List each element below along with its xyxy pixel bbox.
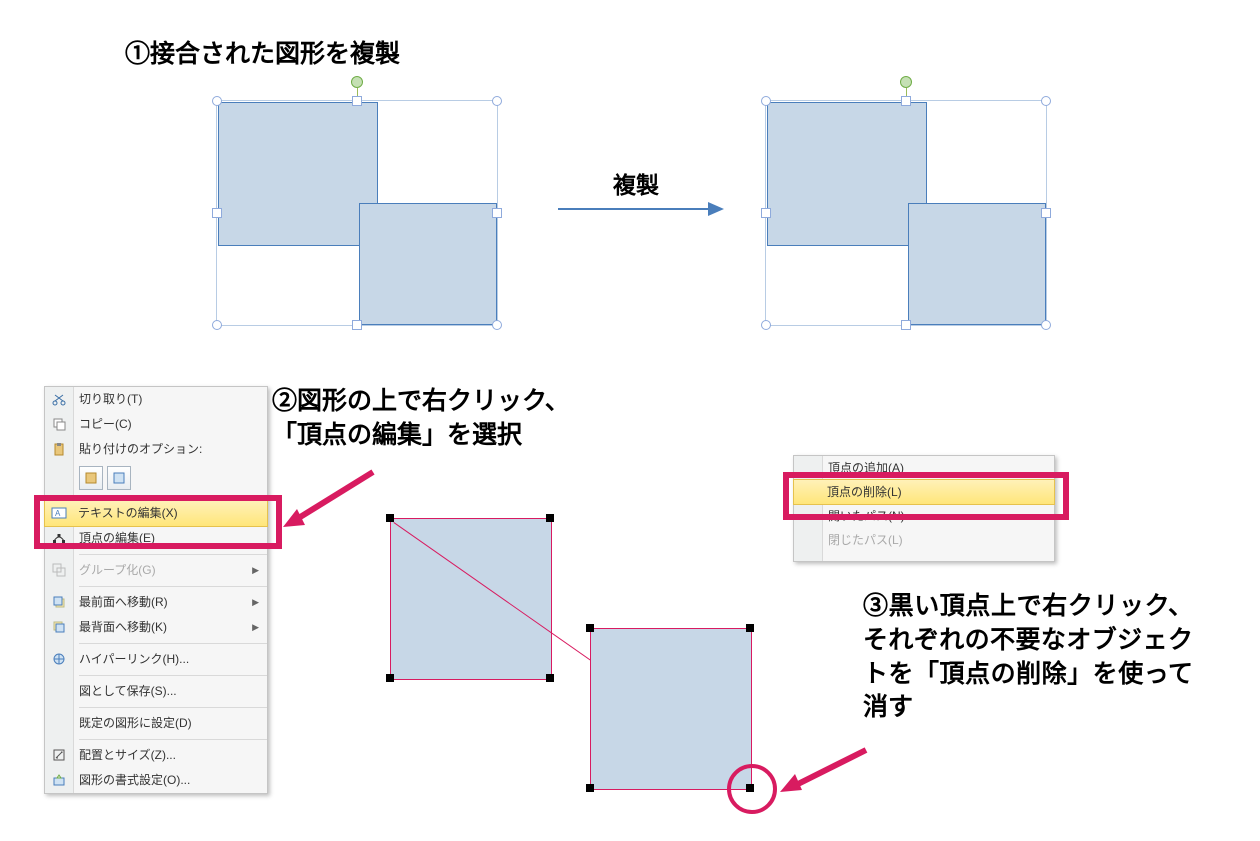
shape-piece-upper <box>218 102 378 246</box>
menu-item-format-shape[interactable]: 図形の書式設定(O)... <box>45 768 267 793</box>
menu-item-size-pos[interactable]: 配置とサイズ(Z)... <box>45 743 267 768</box>
context-menu-shape: 切り取り(T) コピー(C) 貼り付けのオプション: A テキストの編集(X) … <box>44 386 268 794</box>
rotate-handle-icon[interactable] <box>351 76 363 88</box>
vertex-point[interactable] <box>386 514 394 522</box>
duplicate-label: 複製 <box>556 166 716 200</box>
shape-piece-upper <box>767 102 927 246</box>
step3-heading: ③黒い頂点上で右クリック、それぞれの不要なオブジェクトを「頂点の削除」を使って消… <box>863 590 1193 725</box>
menu-item-copy[interactable]: コピー(C) <box>45 412 267 437</box>
vertex-point[interactable] <box>546 514 554 522</box>
paste-icon <box>50 440 68 458</box>
menu-item-group[interactable]: グループ化(G) <box>45 558 267 583</box>
menu-item-set-default[interactable]: 既定の図形に設定(D) <box>45 711 267 736</box>
bring-front-icon <box>50 593 68 611</box>
shape-piece-lower <box>359 203 497 325</box>
menu-item-cut[interactable]: 切り取り(T) <box>45 387 267 412</box>
vertex-point[interactable] <box>746 624 754 632</box>
menu-item-send-back[interactable]: 最背面へ移動(K) <box>45 615 267 640</box>
menu-item-bring-front[interactable]: 最前面へ移動(R) <box>45 590 267 615</box>
copy-icon <box>50 415 68 433</box>
shape-piece-lower <box>908 203 1046 325</box>
edit-points-preview <box>390 518 760 808</box>
paste-option-2[interactable] <box>107 466 131 490</box>
selected-shape-left[interactable] <box>216 100 498 326</box>
arrow-line <box>558 208 708 210</box>
scissors-icon <box>50 390 68 408</box>
callout-box-edit-text <box>34 495 282 549</box>
callout-circle-vertex <box>727 764 777 814</box>
arrow-head-icon <box>708 202 724 216</box>
vertex-point[interactable] <box>586 784 594 792</box>
rotate-handle-icon[interactable] <box>900 76 912 88</box>
vmenu-item-close-path[interactable]: 閉じたパス(L) <box>794 528 1054 552</box>
step1-heading: ①接合された図形を複製 <box>125 38 400 72</box>
callout-arrow-step3 <box>778 744 868 794</box>
duplicate-arrow: 複製 <box>556 166 716 200</box>
send-back-icon <box>50 618 68 636</box>
callout-arrow-step2 <box>283 467 373 527</box>
menu-item-save-as-picture[interactable]: 図として保存(S)... <box>45 679 267 704</box>
menu-item-paste-options-label: 貼り付けのオプション: <box>45 437 267 462</box>
ep-shape-lower[interactable] <box>590 628 752 790</box>
step2-heading: ②図形の上で右クリック、 「頂点の編集」を選択 <box>272 385 570 453</box>
vertex-point[interactable] <box>546 674 554 682</box>
ep-shape-upper[interactable] <box>390 518 552 680</box>
format-shape-icon <box>50 771 68 789</box>
callout-box-delete-point <box>783 472 1069 520</box>
globe-icon <box>50 650 68 668</box>
vertex-point[interactable] <box>586 624 594 632</box>
paste-options-row <box>45 462 267 494</box>
size-icon <box>50 746 68 764</box>
menu-item-hyperlink[interactable]: ハイパーリンク(H)... <box>45 647 267 672</box>
selected-shape-right[interactable] <box>765 100 1047 326</box>
group-icon <box>50 561 68 579</box>
paste-option-1[interactable] <box>79 466 103 490</box>
vertex-point[interactable] <box>386 674 394 682</box>
